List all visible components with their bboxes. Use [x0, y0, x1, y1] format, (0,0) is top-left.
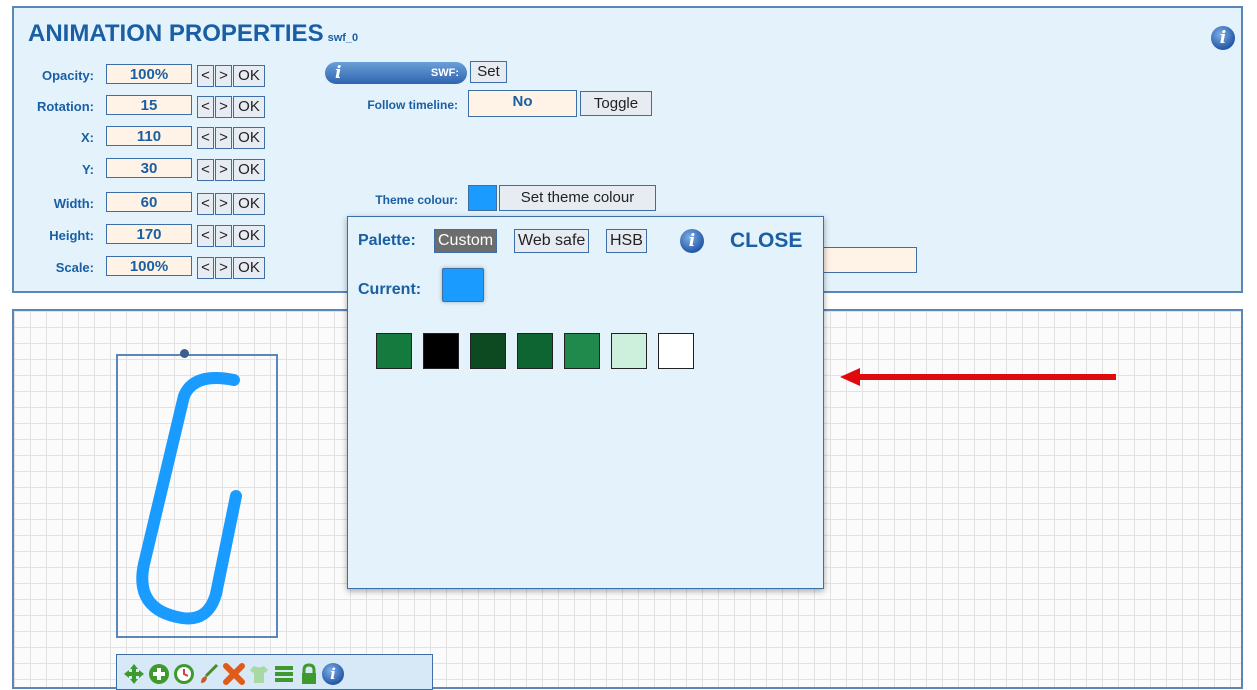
palette-swatch[interactable] — [564, 333, 600, 369]
opacity-label: Opacity: — [41, 68, 94, 83]
paperclip-shape — [136, 372, 242, 625]
tab-hsb[interactable]: HSB — [606, 229, 647, 253]
add-icon[interactable] — [148, 663, 170, 685]
palette-swatch[interactable] — [658, 333, 694, 369]
brush-icon[interactable] — [198, 663, 220, 685]
x-increase-button[interactable]: > — [215, 127, 232, 149]
scale-ok-button[interactable]: OK — [233, 257, 265, 279]
rotation-ok-button[interactable]: OK — [233, 96, 265, 118]
opacity-decrease-button[interactable]: < — [197, 65, 214, 87]
width-decrease-button[interactable]: < — [197, 193, 214, 215]
palette-swatch[interactable] — [376, 333, 412, 369]
panel-title-text: ANIMATION PROPERTIES — [28, 20, 324, 47]
width-input[interactable]: 60 — [106, 192, 192, 212]
scale-increase-button[interactable]: > — [215, 257, 232, 279]
swf-info-button[interactable]: i SWF: — [325, 62, 467, 84]
height-increase-button[interactable]: > — [215, 225, 232, 247]
follow-timeline-label: Follow timeline: — [367, 98, 458, 112]
width-label: Width: — [53, 196, 94, 211]
height-input[interactable]: 170 — [106, 224, 192, 244]
panel-subtitle: swf_0 — [327, 32, 359, 44]
shirt-icon[interactable] — [248, 663, 270, 685]
y-label: Y: — [81, 162, 94, 177]
palette-swatch[interactable] — [423, 333, 459, 369]
height-ok-button[interactable]: OK — [233, 225, 265, 247]
panel-info-icon[interactable]: i — [1211, 26, 1235, 50]
x-input[interactable]: 110 — [106, 126, 192, 146]
x-label: X: — [81, 130, 94, 145]
clock-icon[interactable] — [173, 663, 195, 685]
move-icon[interactable] — [123, 663, 145, 685]
delete-icon[interactable] — [223, 663, 245, 685]
panel-title: ANIMATION PROPERTIES swf_0 — [28, 20, 358, 48]
tab-web-safe[interactable]: Web safe — [514, 229, 590, 253]
tab-custom[interactable]: Custom — [434, 229, 498, 253]
opacity-input[interactable]: 100% — [106, 64, 192, 84]
x-decrease-button[interactable]: < — [197, 127, 214, 149]
y-input[interactable]: 30 — [106, 158, 192, 178]
swf-set-button[interactable]: Set — [470, 61, 507, 83]
palette-label: Palette: — [358, 232, 416, 249]
info-icon[interactable]: i — [322, 663, 344, 685]
scale-decrease-button[interactable]: < — [197, 257, 214, 279]
close-button[interactable]: CLOSE — [730, 229, 802, 253]
palette-swatch[interactable] — [470, 333, 506, 369]
scale-label: Scale: — [55, 260, 94, 275]
set-theme-colour-button[interactable]: Set theme colour — [499, 185, 656, 211]
shape-toolbar: i — [116, 654, 433, 690]
y-increase-button[interactable]: > — [215, 159, 232, 181]
current-label: Current: — [358, 281, 422, 298]
y-ok-button[interactable]: OK — [233, 159, 265, 181]
x-ok-button[interactable]: OK — [233, 127, 265, 149]
follow-timeline-value: No — [468, 90, 577, 117]
theme-colour-swatch[interactable] — [468, 185, 497, 211]
scale-input[interactable]: 100% — [106, 256, 192, 276]
toggle-button[interactable]: Toggle — [580, 91, 652, 116]
rotation-label: Rotation: — [36, 99, 94, 114]
colour-palette-popup — [347, 216, 824, 589]
menu-icon[interactable] — [273, 663, 295, 685]
height-decrease-button[interactable]: < — [197, 225, 214, 247]
height-label: Height: — [49, 228, 94, 243]
y-decrease-button[interactable]: < — [197, 159, 214, 181]
swf-label: SWF: — [430, 67, 459, 79]
rotation-increase-button[interactable]: > — [215, 96, 232, 118]
theme-colour-label: Theme colour: — [375, 193, 458, 207]
palette-swatch[interactable] — [517, 333, 553, 369]
palette-swatch[interactable] — [611, 333, 647, 369]
opacity-ok-button[interactable]: OK — [233, 65, 265, 87]
rotation-input[interactable]: 15 — [106, 95, 192, 115]
width-ok-button[interactable]: OK — [233, 193, 265, 215]
palette-info-icon[interactable]: i — [680, 229, 704, 253]
info-icon: i — [335, 63, 342, 83]
red-arrow-annotation — [840, 368, 1116, 386]
rotation-decrease-button[interactable]: < — [197, 96, 214, 118]
width-increase-button[interactable]: > — [215, 193, 232, 215]
current-colour-swatch — [442, 268, 484, 302]
lock-icon[interactable] — [298, 663, 320, 685]
opacity-increase-button[interactable]: > — [215, 65, 232, 87]
